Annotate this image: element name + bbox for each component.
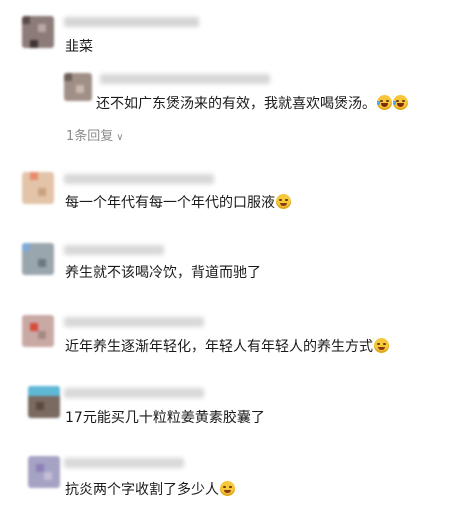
- chevron-down-icon: ∨: [116, 132, 124, 143]
- username-blurred[interactable]: [64, 317, 204, 327]
- comment-text-content: 抗炎两个字收割了多少人: [65, 482, 219, 498]
- comment-text: 17元能买几十粒粒姜黄素胶囊了: [65, 410, 265, 426]
- username-blurred[interactable]: [64, 388, 204, 398]
- avatar[interactable]: [22, 172, 54, 204]
- avatar[interactable]: [22, 315, 54, 347]
- comment-text: 韭菜: [65, 39, 93, 55]
- thinking-emoji: [220, 481, 235, 496]
- username-blurred[interactable]: [64, 17, 199, 27]
- comment-text: 养生就不该喝冷饮，背道而驰了: [65, 265, 261, 281]
- username-blurred[interactable]: [64, 245, 164, 255]
- reply-count-label: 1条回复: [66, 129, 114, 144]
- reply-text: 还不如广东煲汤来的有效，我就喜欢喝煲汤。: [96, 95, 408, 113]
- avatar[interactable]: [22, 243, 54, 275]
- laughing-crying-emoji: [393, 95, 408, 110]
- sweat-laugh-emoji: [374, 338, 389, 353]
- comment-text: 抗炎两个字收割了多少人: [65, 481, 235, 499]
- avatar[interactable]: [28, 386, 60, 418]
- reply-count-link[interactable]: 1条回复 ∨: [66, 125, 124, 144]
- username-blurred[interactable]: [64, 174, 214, 184]
- avatar[interactable]: [64, 73, 92, 101]
- avatar[interactable]: [22, 16, 54, 48]
- comment-text: 近年养生逐渐年轻化，年轻人有年轻人的养生方式: [65, 338, 389, 356]
- reply-text-content: 还不如广东煲汤来的有效，我就喜欢喝煲汤。: [96, 96, 376, 112]
- comment-text: 每一个年代有每一个年代的口服液: [65, 194, 291, 212]
- laughing-crying-emoji: [377, 95, 392, 110]
- comment-text-content: 每一个年代有每一个年代的口服液: [65, 195, 275, 211]
- username-blurred[interactable]: [100, 74, 270, 84]
- smirk-emoji: [276, 194, 291, 209]
- avatar[interactable]: [28, 456, 60, 488]
- comment-text-content: 近年养生逐渐年轻化，年轻人有年轻人的养生方式: [65, 339, 373, 355]
- username-blurred[interactable]: [64, 458, 184, 468]
